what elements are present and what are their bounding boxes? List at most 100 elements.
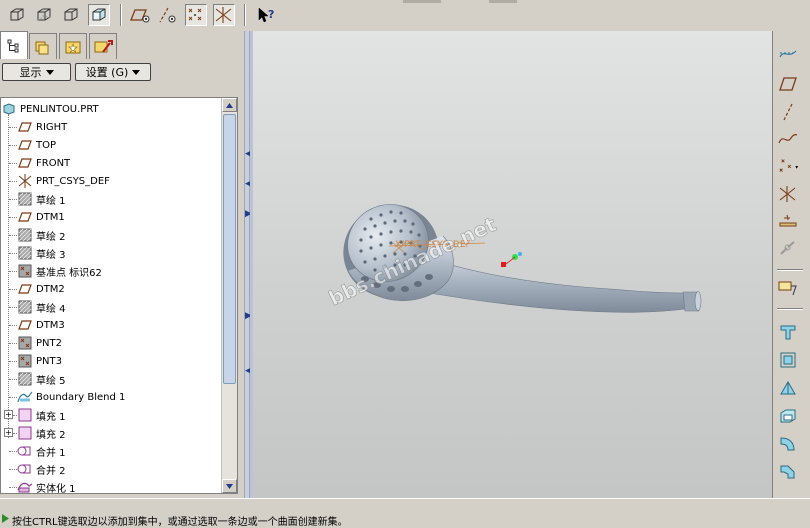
- trim-icon[interactable]: [777, 321, 799, 343]
- settings-dropdown-button[interactable]: 设置 (G): [75, 63, 151, 81]
- tree-item[interactable]: 合并 1: [17, 442, 66, 460]
- hidden-line-icon[interactable]: [33, 4, 55, 26]
- tree-scrollbar[interactable]: [221, 98, 237, 493]
- round-icon[interactable]: [777, 433, 799, 455]
- tree-item[interactable]: DTM1: [17, 208, 65, 226]
- tree-item-label: Boundary Blend 1: [36, 391, 126, 403]
- shell-icon[interactable]: [777, 405, 799, 427]
- shading-icon[interactable]: [88, 4, 110, 26]
- datum-axis-icon[interactable]: [777, 101, 799, 123]
- toolbar-separator: [777, 308, 803, 310]
- csys-icon: [17, 174, 33, 188]
- tree-item[interactable]: Boundary Blend 1: [17, 388, 125, 406]
- sketch-icon: [17, 300, 33, 314]
- expand-toggle-icon[interactable]: +: [4, 428, 13, 437]
- tree-item-label: TOP: [36, 139, 57, 151]
- tree-item-label: 草绘 2: [36, 231, 66, 243]
- point-display-icon[interactable]: [185, 4, 207, 26]
- datum-point-icon: [17, 336, 33, 350]
- datum-point-icon: [17, 264, 33, 278]
- fill-icon: [17, 426, 33, 440]
- tree-item[interactable]: 草绘 1: [17, 190, 66, 208]
- chevron-down-icon: [45, 69, 54, 75]
- datum-point-icon: [17, 354, 33, 368]
- favorites-tab[interactable]: [59, 33, 87, 59]
- tree-connector: [9, 469, 17, 470]
- tree-connector: [9, 253, 17, 254]
- prompt-arrow-icon: [2, 514, 9, 523]
- sketch-icon: [17, 228, 33, 242]
- datum-plane-icon[interactable]: [777, 73, 799, 95]
- draft-icon[interactable]: [777, 377, 799, 399]
- tree-item[interactable]: FRONT: [17, 154, 70, 172]
- annotation-icon[interactable]: [777, 277, 799, 299]
- chamfer-icon[interactable]: [777, 461, 799, 483]
- tree-item[interactable]: DTM2: [17, 280, 65, 298]
- tree-item[interactable]: RIGHT: [17, 118, 67, 136]
- model-tree-tab[interactable]: [0, 31, 28, 59]
- tree-connector: [9, 145, 17, 146]
- scroll-down-button[interactable]: [222, 479, 237, 493]
- connections-tab[interactable]: [89, 33, 117, 59]
- tree-root-label: PENLINTOU.PRT: [20, 103, 99, 115]
- show-dropdown-label: 显示: [19, 66, 42, 79]
- datum-point-icon[interactable]: [777, 155, 799, 177]
- tree-item[interactable]: 填充 2: [17, 424, 66, 442]
- tree-root[interactable]: PENLINTOU.PRT: [1, 100, 99, 118]
- tree-item-label: FRONT: [36, 157, 71, 169]
- scroll-up-button[interactable]: [222, 98, 237, 112]
- axis-display-icon[interactable]: [156, 4, 178, 26]
- datum-link: [505, 256, 516, 265]
- sketched-curve-icon[interactable]: [777, 43, 799, 65]
- tree-item[interactable]: 基准点 标识62: [17, 262, 102, 280]
- merge-icon: [17, 444, 33, 458]
- tree-item-label: PNT2: [36, 337, 62, 349]
- tree-item-label: 基准点 标识62: [36, 267, 102, 279]
- plane-icon: [17, 210, 33, 224]
- tree-connector: [9, 127, 17, 128]
- solidify-icon: [17, 480, 33, 493]
- expand-toggle-icon[interactable]: +: [4, 410, 13, 419]
- tree-item[interactable]: PNT2: [17, 334, 62, 352]
- tree-item-label: 草绘 3: [36, 249, 66, 261]
- tree-item[interactable]: 草绘 2: [17, 226, 66, 244]
- tree-connector: [9, 289, 17, 290]
- context-help-icon[interactable]: ?: [255, 4, 277, 26]
- tree-item[interactable]: 草绘 3: [17, 244, 66, 262]
- wireframe-icon[interactable]: [6, 4, 28, 26]
- tree-item-label: PNT3: [36, 355, 62, 367]
- tree-item[interactable]: DTM3: [17, 316, 65, 334]
- tree-item[interactable]: PNT3: [17, 352, 62, 370]
- tree-connector: [9, 487, 17, 488]
- datum-curve-icon[interactable]: [777, 128, 799, 150]
- plane-display-icon[interactable]: [130, 4, 152, 26]
- tree-item[interactable]: TOP: [17, 136, 56, 154]
- tree-item-label: 草绘 1: [36, 195, 66, 207]
- tree-item[interactable]: 草绘 5: [17, 370, 66, 388]
- graphics-window[interactable]: X/PRT_CSYS_DEF bbs.chinade.net: [250, 31, 772, 498]
- csys-display-icon[interactable]: [213, 4, 235, 26]
- sketch-icon: [17, 246, 33, 260]
- analysis-icon[interactable]: [777, 210, 799, 232]
- status-bar: 按住CTRL键选取边以添加到集中，或通过选取一条边或一个曲面创建新集。: [0, 498, 810, 528]
- datum-point-red[interactable]: [501, 262, 506, 267]
- tree-item[interactable]: 实体化 1: [17, 478, 76, 493]
- tree-item[interactable]: 合并 2: [17, 460, 66, 478]
- tree-item[interactable]: PRT_CSYS_DEF: [17, 172, 110, 190]
- no-hidden-icon[interactable]: [60, 4, 82, 26]
- plane-icon: [17, 120, 33, 134]
- tree-item-label: 合并 1: [36, 447, 66, 459]
- view-manager-icon[interactable]: [777, 238, 799, 260]
- tree-item[interactable]: 填充 1: [17, 406, 66, 424]
- tree-connector: [9, 181, 17, 182]
- show-dropdown-button[interactable]: 显示: [2, 63, 71, 81]
- plane-icon: [17, 282, 33, 296]
- scroll-thumb[interactable]: [223, 114, 236, 384]
- csys-icon[interactable]: [777, 183, 799, 205]
- tree-connector: [9, 235, 17, 236]
- datum-point-blue[interactable]: [518, 252, 522, 256]
- model-canvas: X/PRT_CSYS_DEF bbs.chinade.net: [325, 204, 702, 313]
- tree-item[interactable]: 草绘 4: [17, 298, 66, 316]
- layer-tree-tab[interactable]: [29, 33, 57, 59]
- offset-icon[interactable]: [777, 349, 799, 371]
